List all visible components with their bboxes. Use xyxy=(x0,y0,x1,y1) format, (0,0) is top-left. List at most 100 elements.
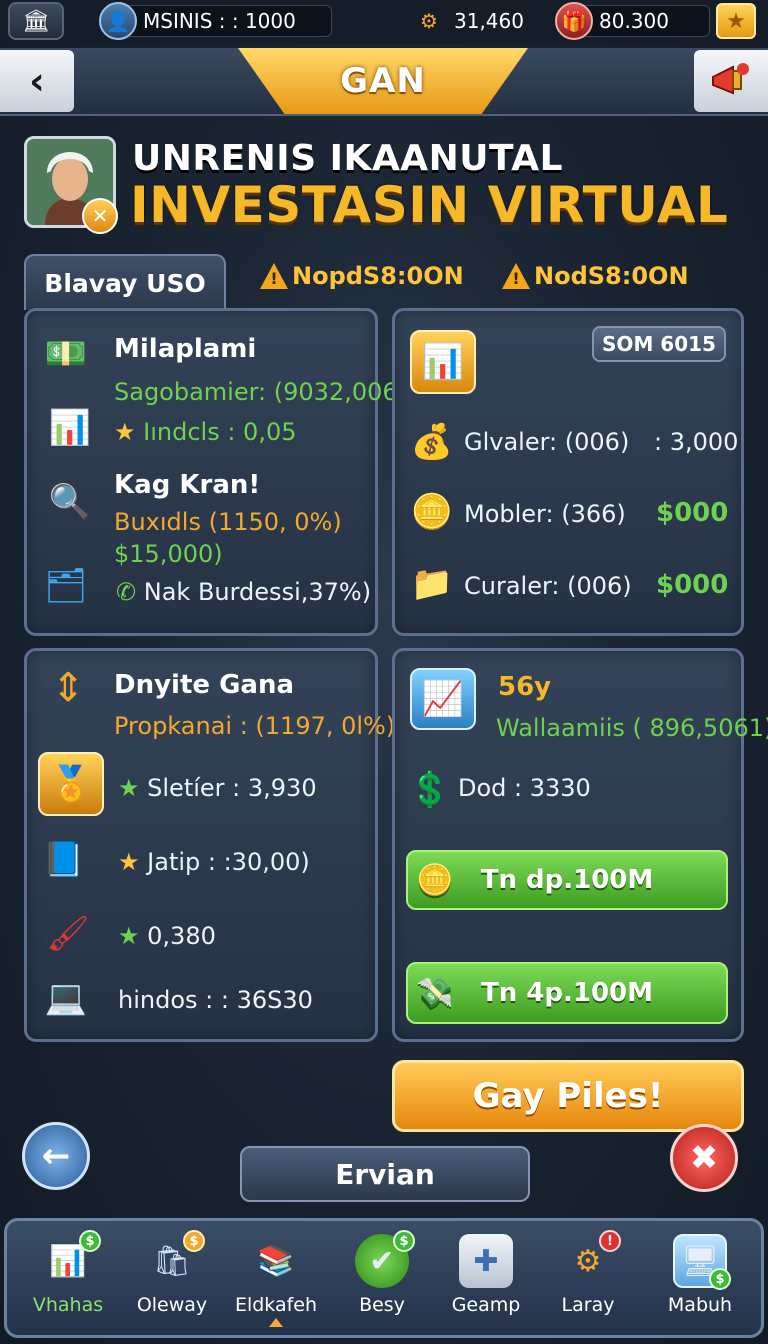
up-down-arrow-icon: ⇕ xyxy=(51,665,85,711)
nav-item-besy[interactable]: ✔ $ Besy xyxy=(330,1230,434,1330)
treasure-stat[interactable]: 🎁 80.300 xyxy=(555,2,710,40)
summary-row-label: Curaler: (006) xyxy=(464,572,632,600)
coins-icon: 🪙 xyxy=(416,862,454,898)
nav-label: Eldkafeh xyxy=(234,1294,318,1316)
previous-button[interactable]: ← xyxy=(22,1122,90,1190)
tab-nopd[interactable]: ! NopdS8:0ON xyxy=(260,262,464,290)
item-line: ✆ Nak Burdessi,37%) xyxy=(116,578,371,606)
gears-value: 31,460 xyxy=(454,9,524,33)
summary-row-value: : 3,000 xyxy=(654,428,739,456)
tab-blavay[interactable]: Blavay USO xyxy=(24,254,226,310)
wallet-title: 56y xyxy=(498,672,552,702)
player-stat[interactable]: 👤 MSINIS : : 1000 xyxy=(99,2,332,40)
phone-icon: ✆ xyxy=(116,578,137,606)
badge-icon: $ xyxy=(709,1268,731,1290)
tab-label: NopdS8:0ON xyxy=(292,262,464,290)
check-circle-icon: ✔ $ xyxy=(355,1230,415,1288)
dod-label: Dod : 3330 xyxy=(458,774,591,802)
button-label: Tn 4p.100M xyxy=(480,978,654,1008)
nav-label: Mabuh xyxy=(667,1294,733,1316)
cash-star-icon: 💵 xyxy=(44,334,88,374)
item-line: $15,000) xyxy=(114,540,223,568)
tab-nods[interactable]: ! NodS8:0ON xyxy=(502,262,689,290)
avatar-icon: 👤 xyxy=(99,2,137,40)
summary-row-label: Glvaler: (006) xyxy=(464,428,630,456)
remove-button[interactable]: ✖ xyxy=(670,1124,738,1192)
back-button[interactable]: ‹ xyxy=(0,50,74,112)
tablet-chart-icon: 📈 xyxy=(410,668,476,730)
laptop-icon: 💻 xyxy=(44,978,88,1018)
item-line: Buxıdls (1150, 0%) xyxy=(114,508,342,536)
nav-item-vhahas[interactable]: 📊 $ Vhahas xyxy=(16,1230,120,1330)
dyn-row: ★ 0,380 xyxy=(118,922,216,950)
dyn-row-label: 0,380 xyxy=(147,922,216,950)
page-title: GAN xyxy=(340,61,426,101)
nav-item-eldkafeh[interactable]: 📚 Eldkafeh xyxy=(224,1234,328,1330)
nav-item-geamp[interactable]: ✚ Geamp xyxy=(434,1234,538,1330)
tab-label: Blavay USO xyxy=(44,268,206,298)
gear-coin-icon: ⚙ xyxy=(420,9,438,33)
summary-row-value: $000 xyxy=(656,498,729,528)
arrow-left-icon: ← xyxy=(41,1136,71,1176)
shopping-bag-icon: 🛍 $ xyxy=(145,1230,205,1288)
section-title: Dnyite Gana xyxy=(114,670,295,700)
money-envelope-icon: 💸 xyxy=(416,975,454,1011)
dyn-row-label: Sletíer : 3,930 xyxy=(147,774,317,802)
bar-chart-icon: 📊 $ xyxy=(41,1230,101,1288)
nav-item-laray[interactable]: ⚙! Laray xyxy=(536,1230,640,1330)
nav-item-oleway[interactable]: 🛍 $ Oleway xyxy=(120,1230,224,1330)
gay-piles-button[interactable]: Gay Piles! xyxy=(392,1060,744,1132)
wallet-sub: Wallaamiis ( 896,5061) xyxy=(496,714,768,742)
warning-icon: ! xyxy=(502,263,530,289)
wallet-icon: 🗂 xyxy=(44,566,88,606)
medal-icon: 🏅 xyxy=(38,752,104,816)
notification-badge-icon: ! xyxy=(599,1230,621,1252)
layers-icon: 📚 xyxy=(257,1243,295,1279)
gears-stat: ⚙ 31,460 xyxy=(410,5,526,37)
dyn-row-label: Jatip : :30,00) xyxy=(147,848,310,876)
nav-label: Geamp xyxy=(451,1294,521,1316)
badge-icon: $ xyxy=(79,1230,101,1252)
tab-label: NodS8:0ON xyxy=(534,262,689,290)
ervian-button[interactable]: Ervian xyxy=(240,1146,530,1202)
player-label: MSINIS : : 1000 xyxy=(143,9,296,33)
badge-icon: $ xyxy=(393,1230,415,1252)
item-value: Nak Burdessi,37%) xyxy=(143,578,372,606)
plug-icon: ✖ xyxy=(689,1138,719,1178)
chart-icon: 📊 xyxy=(48,408,92,448)
gear-icon: ⚙! xyxy=(561,1230,621,1288)
promo-button[interactable] xyxy=(694,50,768,112)
summary-pill[interactable]: SOM 6015 xyxy=(592,326,726,362)
star-icon: ★ xyxy=(114,418,136,446)
star-icon: ★ xyxy=(118,774,140,802)
summary-row-value: $000 xyxy=(656,570,729,600)
summary-row-label: Mobler: (366) xyxy=(464,500,626,528)
pen-icon: 🖌 xyxy=(46,914,90,954)
megaphone-icon xyxy=(712,63,749,95)
nav-label: Oleway xyxy=(136,1294,208,1316)
star-icon: ★ xyxy=(118,848,140,876)
deposit-button-1[interactable]: 🪙 Tn dp.100M xyxy=(406,850,728,910)
close-badge-icon[interactable]: ✕ xyxy=(82,198,118,234)
hero-subtitle: UNRENIS IKAANUTAL xyxy=(132,138,564,179)
chevron-left-icon: ‹ xyxy=(29,59,45,103)
nav-label: Vhahas xyxy=(32,1294,104,1316)
book-icon: 📘 xyxy=(42,840,86,880)
nav-item-mabuh[interactable]: 🖥 $ Mabuh xyxy=(648,1234,752,1330)
nav-label: Besy xyxy=(359,1294,405,1316)
item-title: Milaplami xyxy=(114,334,257,364)
dyn-row: ★ Jatip : :30,00) xyxy=(118,848,310,876)
treasure-value: 80.300 xyxy=(599,9,669,33)
deposit-button-2[interactable]: 💸 Tn 4p.100M xyxy=(406,962,728,1024)
home-button[interactable]: 🏛 xyxy=(8,2,64,40)
item-line: Sagobamier: (9032,006) xyxy=(114,378,408,406)
item-title: Kag Kran! xyxy=(114,470,261,500)
badge-icon: $ xyxy=(183,1230,205,1252)
nav-label: Laray xyxy=(561,1294,615,1316)
treasure-icon: 🎁 xyxy=(555,2,593,40)
star-button[interactable]: ★ xyxy=(716,3,756,39)
star-icon: ★ xyxy=(118,922,140,950)
item-line: ★ Iındcls : 0,05 xyxy=(114,418,297,446)
title-ribbon: GAN xyxy=(238,48,528,114)
star-icon: ★ xyxy=(726,8,746,34)
